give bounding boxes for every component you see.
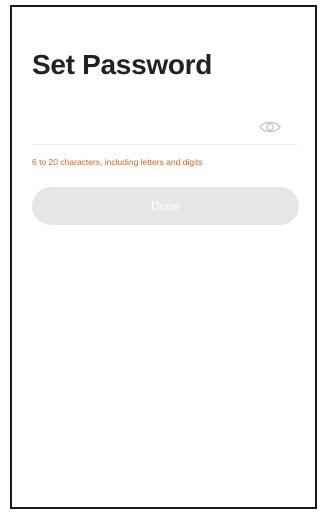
phone-screen: Set Password 6 to 20 characters, includi…: [10, 5, 317, 509]
page-title: Set Password: [32, 49, 213, 80]
eye-icon[interactable]: [259, 119, 281, 135]
password-field[interactable]: [32, 111, 297, 145]
done-button[interactable]: Done: [32, 187, 299, 225]
password-input[interactable]: [32, 111, 252, 143]
password-hint: 6 to 20 characters, including letters an…: [32, 157, 203, 167]
